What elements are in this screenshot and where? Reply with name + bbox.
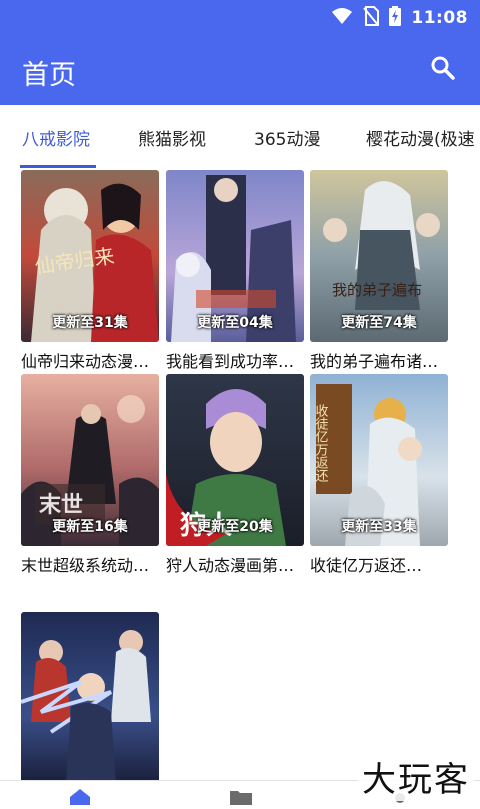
- page-title: 首页: [22, 60, 76, 91]
- source-tabs: 八戒影院 熊猫影视 365动漫 樱花动漫(极速: [0, 105, 480, 170]
- cover-image[interactable]: 我的弟子遍布 更新至74集: [310, 170, 448, 342]
- status-time: 11:08: [411, 8, 468, 28]
- video-card[interactable]: 收徒亿万返还 更新至33集 收徒亿万返还…: [310, 374, 448, 576]
- cover-art-text: 收徒亿万返还: [313, 404, 329, 483]
- content-grid: 仙帝归来 更新至31集 仙帝归来动态漫画… 更新至04集 我能看到成功率… 我的…: [0, 170, 480, 780]
- video-card[interactable]: [21, 612, 159, 780]
- cover-image[interactable]: 仙帝归来 更新至31集: [21, 170, 159, 342]
- cover-image[interactable]: 更新至04集: [166, 170, 304, 342]
- card-title: 仙帝归来动态漫画…: [21, 352, 159, 371]
- card-title: 收徒亿万返还…: [310, 556, 423, 575]
- folder-icon: [230, 790, 252, 809]
- tab-indicator: [20, 165, 96, 168]
- card-title: 狩人动态漫画第一…: [166, 556, 304, 575]
- video-card[interactable]: 我的弟子遍布 更新至74集 我的弟子遍布诸天…: [310, 170, 448, 372]
- cover-art-text: 末世: [39, 493, 83, 518]
- video-card[interactable]: 狩人 更新至20集 狩人动态漫画第一…: [166, 374, 304, 576]
- cover-image[interactable]: 狩人 更新至20集: [166, 374, 304, 546]
- episode-badge: 更新至04集: [197, 315, 273, 331]
- wifi-icon: [331, 7, 353, 29]
- episode-badge: 更新至33集: [341, 519, 417, 535]
- status-bar: 11:08: [0, 0, 480, 33]
- tab-yinghua[interactable]: 樱花动漫(极速: [366, 125, 475, 150]
- episode-badge: 更新至31集: [52, 315, 128, 331]
- watermark: 大玩客: [358, 752, 474, 801]
- cover-image[interactable]: [21, 612, 159, 780]
- episode-badge: 更新至16集: [52, 519, 128, 535]
- search-icon: [430, 55, 456, 85]
- battery-charging-icon: [389, 6, 402, 30]
- episode-badge: 更新至74集: [341, 315, 417, 331]
- card-title: 我的弟子遍布诸天…: [310, 352, 448, 371]
- video-card[interactable]: 末世 更新至16集 末世超级系统动态…: [21, 374, 159, 576]
- cover-image[interactable]: 收徒亿万返还 更新至33集: [310, 374, 448, 546]
- episode-badge: 更新至20集: [197, 519, 273, 535]
- card-title: 我能看到成功率…: [166, 352, 295, 371]
- video-card[interactable]: 仙帝归来 更新至31集 仙帝归来动态漫画…: [21, 170, 159, 372]
- cover-art-text: 我的弟子遍布: [332, 281, 422, 299]
- card-title: 末世超级系统动态…: [21, 556, 159, 575]
- cover-image[interactable]: 末世 更新至16集: [21, 374, 159, 546]
- tab-365[interactable]: 365动漫: [254, 125, 320, 150]
- nav-library[interactable]: [230, 789, 252, 805]
- tab-xiongmao[interactable]: 熊猫影视: [138, 125, 206, 150]
- tab-bajie[interactable]: 八戒影院: [22, 125, 90, 150]
- home-icon: [70, 789, 90, 809]
- search-button[interactable]: [428, 55, 458, 85]
- app-bar: 首页: [0, 33, 480, 105]
- nav-home[interactable]: [70, 789, 90, 805]
- video-card[interactable]: 更新至04集 我能看到成功率…: [166, 170, 304, 372]
- no-sim-icon: [363, 6, 380, 30]
